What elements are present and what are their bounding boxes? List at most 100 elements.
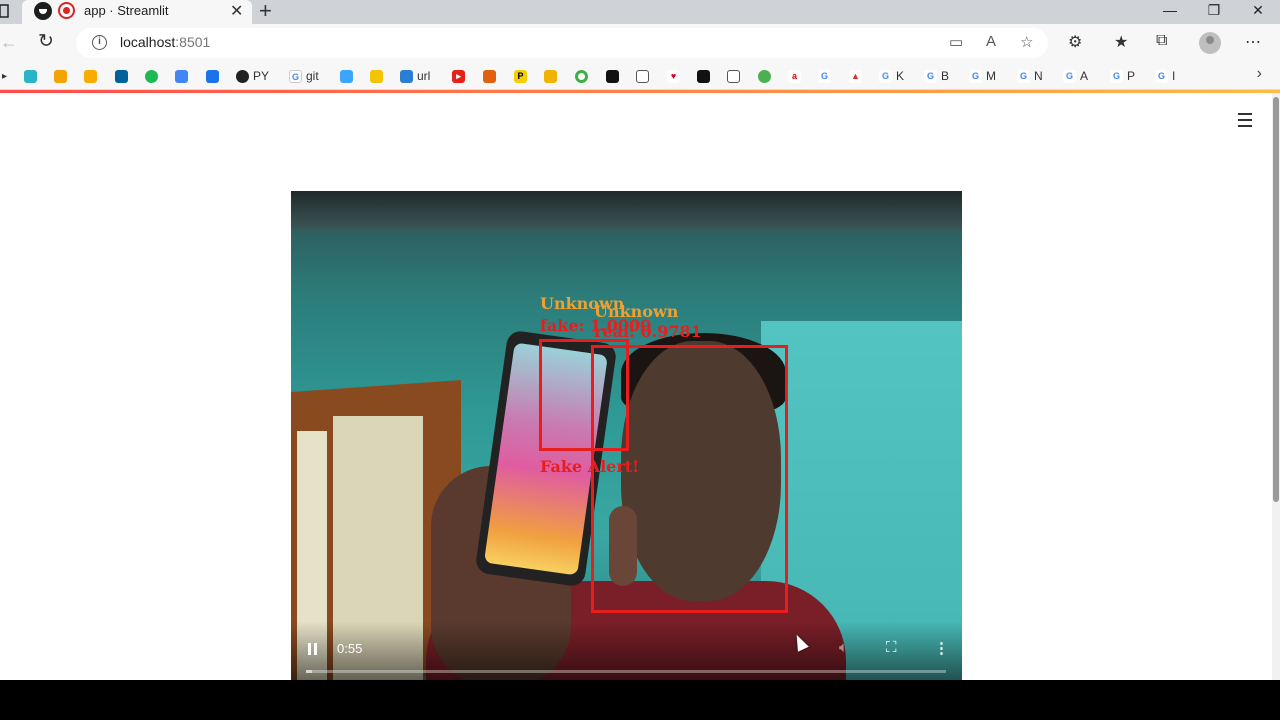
- bookmark-icon: [606, 69, 619, 83]
- google-icon: G: [1063, 69, 1076, 83]
- bookmark-5[interactable]: [145, 66, 158, 86]
- bookmark-label: N: [1034, 69, 1043, 83]
- bookmark-icon: P: [514, 69, 527, 83]
- bookmark-k[interactable]: GK: [879, 66, 904, 86]
- bookmark-12[interactable]: [544, 66, 557, 86]
- google-icon: G: [924, 69, 937, 83]
- github-icon: [236, 69, 249, 83]
- bookmark-m[interactable]: GM: [969, 66, 996, 86]
- camera-icon[interactable]: ▭: [949, 33, 963, 51]
- collections-icon[interactable]: ⧉: [1156, 32, 1167, 50]
- bookmark-icon: [145, 69, 158, 83]
- bookmark-18[interactable]: [727, 66, 740, 86]
- google-icon: G: [1155, 69, 1168, 83]
- favorites-icon[interactable]: ★: [1114, 32, 1128, 52]
- bookmark-a[interactable]: GA: [1063, 66, 1088, 86]
- close-tab-icon[interactable]: ✕: [230, 1, 243, 21]
- restore-button[interactable]: ❐: [1192, 0, 1236, 22]
- reload-button[interactable]: ↻: [38, 30, 54, 53]
- tab-actions-icon[interactable]: [0, 2, 12, 20]
- video-controls: 0:55 🔈︎ ⛶ ⋮: [291, 621, 962, 680]
- address-bar[interactable]: i localhost:8501 ▭ A ☆: [76, 28, 1048, 58]
- chevron-right-icon[interactable]: ›: [1257, 65, 1262, 83]
- detection-box-real: [591, 345, 788, 613]
- recording-icon: [58, 2, 75, 19]
- bookmark-19[interactable]: [758, 66, 771, 86]
- profile-avatar[interactable]: [1199, 32, 1221, 54]
- browser-tab[interactable]: app · Streamlit ✕: [22, 0, 252, 24]
- bookmark-icon: [340, 69, 353, 83]
- bookmark-14[interactable]: [606, 66, 619, 86]
- video-scene-ceiling: [291, 191, 962, 229]
- extensions-icon[interactable]: ⚙: [1068, 32, 1082, 52]
- bookmark-icon: [575, 69, 588, 83]
- bookmark-youtube[interactable]: ▸: [452, 66, 465, 86]
- bookmark-6[interactable]: [175, 66, 188, 86]
- pause-button[interactable]: [308, 642, 320, 656]
- fullscreen-icon[interactable]: ⛶: [886, 639, 897, 656]
- tab-strip: app · Streamlit ✕ + — ❐ ✕: [0, 0, 1280, 24]
- bookmarks-arrow-icon[interactable]: ▸: [2, 66, 7, 86]
- bookmark-8[interactable]: [340, 66, 353, 86]
- bookmark-16[interactable]: ♥: [667, 66, 680, 86]
- google-icon: G: [818, 69, 831, 83]
- new-tab-button[interactable]: +: [259, 0, 272, 24]
- bookmark-4[interactable]: [115, 66, 128, 86]
- bookmark-url[interactable]: url: [400, 66, 430, 86]
- navigation-bar: ← ↻ i localhost:8501 ▭ A ☆ ⚙ ★ ⧉ ⋯: [0, 24, 1280, 62]
- bookmark-i[interactable]: GI: [1155, 66, 1175, 86]
- more-options-icon[interactable]: ⋮: [934, 639, 949, 657]
- read-aloud-icon[interactable]: A: [986, 33, 996, 50]
- bookmark-git[interactable]: Ggit: [289, 66, 319, 86]
- bookmark-13[interactable]: [575, 66, 588, 86]
- bookmark-icon: [483, 69, 496, 83]
- google-icon: G: [1110, 69, 1123, 83]
- main-menu-icon[interactable]: [1238, 113, 1254, 127]
- video-time: 0:55: [337, 641, 363, 656]
- ads-icon: [175, 69, 188, 83]
- bookmark-icon: [544, 69, 557, 83]
- bookmark-b[interactable]: GB: [924, 66, 949, 86]
- bookmark-icon: [697, 69, 710, 83]
- bookmark-15[interactable]: [636, 66, 649, 86]
- bookmark-22[interactable]: ▲: [849, 66, 862, 86]
- url-host: localhost: [120, 34, 176, 50]
- video-player[interactable]: Unknown fake: 1.0000 Unknown real: 0.978…: [291, 191, 962, 680]
- back-button[interactable]: ←: [0, 32, 18, 53]
- bookmark-n[interactable]: GN: [1017, 66, 1043, 86]
- volume-icon[interactable]: 🔈︎: [839, 639, 848, 656]
- more-menu-icon[interactable]: ⋯: [1245, 32, 1261, 52]
- bookmark-label: M: [986, 69, 996, 83]
- minimize-button[interactable]: —: [1148, 0, 1192, 22]
- bookmark-2[interactable]: [54, 66, 67, 86]
- bookmark-17[interactable]: [697, 66, 710, 86]
- bookmark-9[interactable]: [370, 66, 383, 86]
- tab-title: app · Streamlit: [84, 3, 169, 18]
- detection-label-score: real: 0.9781: [594, 322, 702, 341]
- bookmark-1[interactable]: [24, 66, 37, 86]
- google-icon: G: [879, 69, 892, 83]
- bookmark-11[interactable]: P: [514, 66, 527, 86]
- video-progress-bar[interactable]: [306, 670, 946, 673]
- site-info-icon[interactable]: i: [92, 35, 107, 50]
- ieee-icon: [115, 69, 128, 83]
- bookmark-3[interactable]: [84, 66, 97, 86]
- bookmark-icon: [24, 69, 37, 83]
- bookmark-label: url: [417, 69, 431, 83]
- bookmark-20[interactable]: a: [788, 66, 801, 86]
- bookmark-label: A: [1080, 69, 1089, 83]
- bookmark-10[interactable]: [483, 66, 496, 86]
- bookmark-label: B: [941, 69, 950, 83]
- page-scrollbar[interactable]: [1272, 93, 1280, 680]
- bookmark-21[interactable]: G: [818, 66, 831, 86]
- bookmark-p[interactable]: GP: [1110, 66, 1135, 86]
- document-icon: [636, 69, 649, 83]
- add-favorite-icon[interactable]: ☆: [1020, 33, 1033, 51]
- google-icon: G: [289, 69, 302, 83]
- bookmark-label: git: [306, 69, 319, 83]
- close-window-button[interactable]: ✕: [1236, 0, 1280, 22]
- scrollbar-thumb[interactable]: [1273, 97, 1279, 502]
- analytics-icon: [84, 69, 97, 83]
- bookmark-7[interactable]: [206, 66, 219, 86]
- bookmark-github[interactable]: PY: [236, 66, 269, 86]
